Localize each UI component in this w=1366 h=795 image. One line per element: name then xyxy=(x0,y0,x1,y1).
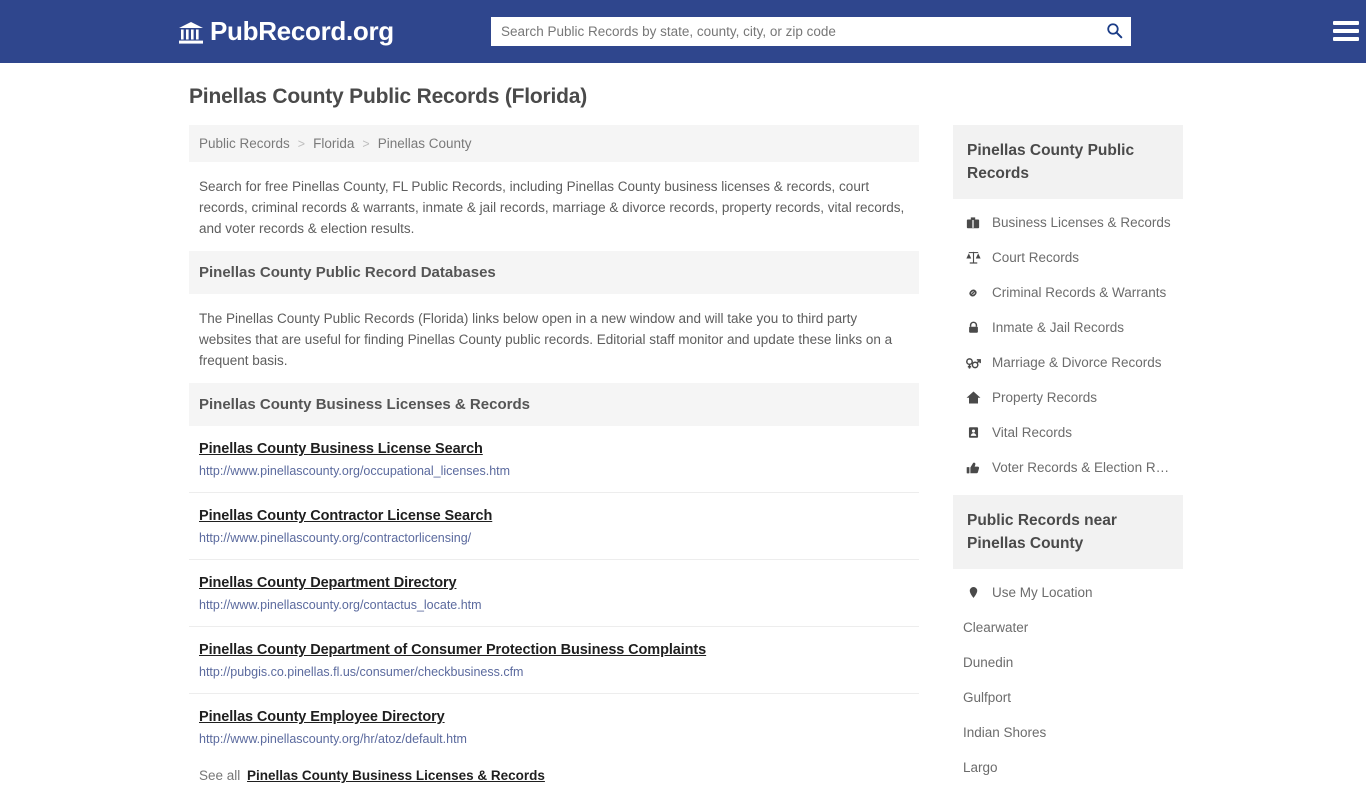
use-my-location-button[interactable]: Use My Location xyxy=(953,575,1183,610)
thumbs-up-icon xyxy=(963,461,983,475)
sidebar-item-label: Business Licenses & Records xyxy=(992,215,1171,230)
site-logo-text: PubRecord.org xyxy=(210,16,394,46)
sidebar-item-label: Court Records xyxy=(992,250,1080,265)
breadcrumb-item-public-records[interactable]: Public Records xyxy=(199,136,290,151)
record-link-title[interactable]: Pinellas County Business License Search xyxy=(199,441,483,457)
record-link-url[interactable]: http://www.pinellascounty.org/contactus_… xyxy=(199,598,909,613)
search-bar[interactable] xyxy=(491,17,1131,46)
site-header: PubRecord.org xyxy=(0,0,1366,63)
sidebar-item-label: Property Records xyxy=(992,390,1098,405)
see-all-row: See all Pinellas County Business License… xyxy=(189,760,919,793)
lock-icon xyxy=(963,321,983,334)
briefcase-icon xyxy=(963,216,983,230)
sidebar-records-box: Pinellas County Public Records Business … xyxy=(953,125,1183,485)
list-item: Pinellas County Department Directory htt… xyxy=(189,560,919,627)
sidebar-item-label: Criminal Records & Warrants xyxy=(992,285,1167,300)
search-icon xyxy=(1106,22,1123,42)
content-columns: Public Records > Florida > Pinellas Coun… xyxy=(183,125,1183,795)
record-link-title[interactable]: Pinellas County Department of Consumer P… xyxy=(199,642,706,658)
sidebar-city-indian-shores[interactable]: Indian Shores xyxy=(953,715,1183,750)
site-logo[interactable]: PubRecord.org xyxy=(179,16,394,47)
sidebar-records-heading: Pinellas County Public Records xyxy=(953,125,1183,199)
sidebar-item-court-records[interactable]: Court Records xyxy=(953,240,1183,275)
business-links-list: Pinellas County Business License Search … xyxy=(189,426,919,760)
sidebar-item-marriage-divorce-records[interactable]: Marriage & Divorce Records xyxy=(953,345,1183,380)
sidebar-item-label: Vital Records xyxy=(992,425,1073,440)
sidebar-item-voter-records[interactable]: Voter Records & Election R… xyxy=(953,450,1183,485)
breadcrumb: Public Records > Florida > Pinellas Coun… xyxy=(189,125,919,162)
page-title: Pinellas County Public Records (Florida) xyxy=(189,85,588,108)
main-column: Public Records > Florida > Pinellas Coun… xyxy=(189,125,919,793)
scales-of-justice-icon xyxy=(963,250,983,265)
sidebar-near-box: Public Records near Pinellas County Use … xyxy=(953,495,1183,785)
see-all-link[interactable]: Pinellas County Business Licenses & Reco… xyxy=(247,768,545,783)
sidebar-item-business-licenses[interactable]: Business Licenses & Records xyxy=(953,205,1183,240)
see-all-label: See all xyxy=(199,768,241,783)
sidebar-city-gulfport[interactable]: Gulfport xyxy=(953,680,1183,715)
record-link-url[interactable]: http://www.pinellascounty.org/hr/atoz/de… xyxy=(199,732,909,747)
sidebar-item-criminal-records[interactable]: Criminal Records & Warrants xyxy=(953,275,1183,310)
record-link-title[interactable]: Pinellas County Contractor License Searc… xyxy=(199,508,492,524)
sidebar-item-inmate-jail-records[interactable]: Inmate & Jail Records xyxy=(953,310,1183,345)
list-item: Pinellas County Department of Consumer P… xyxy=(189,627,919,694)
record-link-title[interactable]: Pinellas County Employee Directory xyxy=(199,709,445,725)
list-item: Pinellas County Employee Directory http:… xyxy=(189,694,919,760)
sidebar-item-label: Marriage & Divorce Records xyxy=(992,355,1162,370)
databases-section-heading: Pinellas County Public Record Databases xyxy=(189,251,919,294)
sidebar-city-label: Gulfport xyxy=(963,690,1012,705)
page-content: Pinellas County Public Records (Florida)… xyxy=(183,63,1183,795)
sidebar-item-property-records[interactable]: Property Records xyxy=(953,380,1183,415)
use-my-location-label: Use My Location xyxy=(992,585,1093,600)
breadcrumb-item-florida[interactable]: Florida xyxy=(313,136,354,151)
list-item: Pinellas County Contractor License Searc… xyxy=(189,493,919,560)
venus-mars-icon xyxy=(963,356,983,370)
sidebar-city-label: Indian Shores xyxy=(963,725,1047,740)
record-link-title[interactable]: Pinellas County Department Directory xyxy=(199,575,457,591)
breadcrumb-separator: > xyxy=(297,136,306,151)
search-button[interactable] xyxy=(1097,18,1131,45)
sidebar-city-dunedin[interactable]: Dunedin xyxy=(953,645,1183,680)
record-link-url[interactable]: http://pubgis.co.pinellas.fl.us/consumer… xyxy=(199,665,909,680)
bank-icon xyxy=(179,21,203,44)
sidebar-city-label: Clearwater xyxy=(963,620,1029,635)
sidebar-item-label: Voter Records & Election R… xyxy=(992,460,1170,475)
business-section-heading: Pinellas County Business Licenses & Reco… xyxy=(189,383,919,426)
sidebar-item-vital-records[interactable]: Vital Records xyxy=(953,415,1183,450)
chain-link-icon xyxy=(963,286,983,300)
sidebar: Pinellas County Public Records Business … xyxy=(953,125,1183,795)
id-card-icon xyxy=(963,426,983,439)
hamburger-menu-icon[interactable] xyxy=(1333,18,1359,44)
search-input[interactable] xyxy=(491,18,1097,45)
breadcrumb-item-pinellas-county: Pinellas County xyxy=(377,136,472,151)
record-link-url[interactable]: http://www.pinellascounty.org/occupation… xyxy=(199,464,909,479)
breadcrumb-separator: > xyxy=(362,136,370,151)
sidebar-item-label: Inmate & Jail Records xyxy=(992,320,1125,335)
list-item: Pinellas County Business License Search … xyxy=(189,426,919,493)
map-pin-icon xyxy=(963,586,983,599)
record-link-url[interactable]: http://www.pinellascounty.org/contractor… xyxy=(199,531,909,546)
sidebar-city-label: Dunedin xyxy=(963,655,1014,670)
header-inner: PubRecord.org xyxy=(179,0,1359,63)
sidebar-city-clearwater[interactable]: Clearwater xyxy=(953,610,1183,645)
databases-section-body: The Pinellas County Public Records (Flor… xyxy=(199,311,893,368)
sidebar-records-list: Business Licenses & Records Court Record… xyxy=(953,199,1183,485)
intro-paragraph: Search for free Pinellas County, FL Publ… xyxy=(199,179,905,236)
sidebar-near-heading: Public Records near Pinellas County xyxy=(953,495,1183,569)
home-icon xyxy=(963,390,983,405)
sidebar-near-list: Use My Location Clearwater Dunedin Gulfp… xyxy=(953,569,1183,785)
